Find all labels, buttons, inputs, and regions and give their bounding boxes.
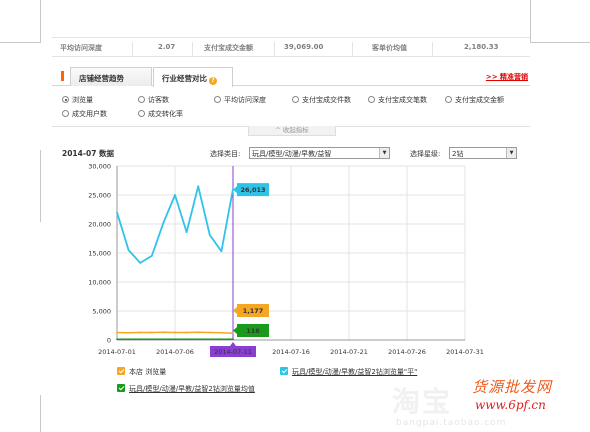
series-point (208, 338, 211, 341)
series-point (232, 332, 234, 335)
data-label: 26,013 (240, 186, 265, 194)
series-point (127, 338, 130, 341)
y-tick-label: 15,000 (88, 250, 111, 258)
series-point (174, 331, 176, 334)
x-tick-label: 2014-07-06 (156, 348, 194, 356)
x-tick-label: 2014-07-01 (98, 348, 136, 356)
x-tick-label: 2014-07-26 (388, 348, 426, 356)
legend-checkbox-icon (280, 367, 288, 375)
x-tick-label: 2014-07-11 (214, 348, 252, 356)
data-label: 116 (246, 327, 260, 335)
series-point (162, 331, 165, 334)
data-label: 1,177 (243, 307, 264, 315)
series-point (197, 338, 200, 341)
y-tick-label: 25,000 (88, 192, 111, 200)
series-point (116, 211, 118, 214)
brand-url: www.6pf.cn (475, 398, 546, 412)
y-tick-label: 5,000 (92, 308, 111, 316)
series-point (162, 338, 165, 341)
data-label-pointer (233, 186, 237, 194)
legend-checkbox-icon (117, 367, 125, 375)
series-point (116, 338, 118, 341)
y-tick-label: 20,000 (88, 221, 111, 229)
series-point (197, 185, 200, 188)
y-tick-label: 0 (107, 337, 111, 345)
y-tick-label: 30,000 (88, 163, 111, 171)
x-tick-label: 2014-07-21 (330, 348, 368, 356)
series-point (232, 338, 234, 341)
series-point (150, 331, 153, 334)
series-point (139, 331, 142, 334)
series-point (185, 231, 188, 234)
series-point (116, 331, 118, 334)
series-point (127, 249, 130, 252)
series-point (150, 255, 153, 257)
x-tick-highlight-pointer (230, 342, 236, 346)
y-tick-label: 10,000 (88, 279, 111, 287)
watermark-logo: 淘宝 (392, 385, 453, 418)
series-point (220, 250, 223, 253)
series-point (127, 331, 130, 334)
series-point (220, 338, 223, 341)
series-point (185, 338, 188, 341)
series-point (162, 221, 165, 224)
x-tick-label: 2014-07-16 (272, 348, 310, 356)
data-label-pointer (233, 307, 237, 314)
series-point (208, 234, 211, 236)
x-tick-label: 2014-07-31 (446, 348, 484, 356)
series-point (185, 331, 188, 334)
series-point (208, 331, 211, 334)
series-point (174, 338, 176, 341)
series-point (220, 331, 223, 334)
series-point (174, 194, 176, 196)
series-point (139, 261, 142, 264)
legend-checkbox-icon (117, 384, 125, 392)
brand-name: 货源批发网 (472, 378, 553, 396)
series-point (150, 338, 153, 341)
series-point (197, 331, 200, 334)
series-point (139, 338, 142, 341)
watermark-url: bangpai.taobao.com (396, 418, 507, 428)
